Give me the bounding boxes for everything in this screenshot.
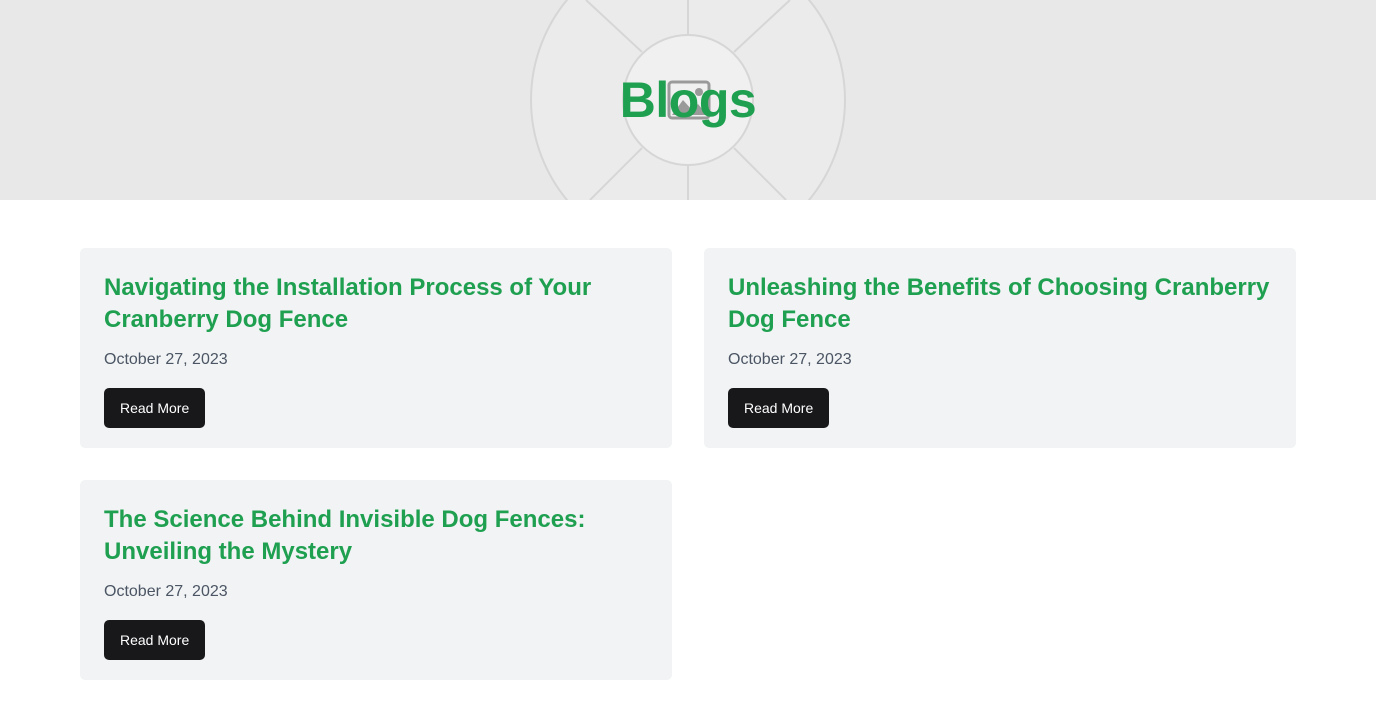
blog-list: Navigating the Installation Process of Y…: [80, 248, 1296, 680]
blog-card-title[interactable]: Navigating the Installation Process of Y…: [104, 272, 648, 336]
blog-card-date: October 27, 2023: [104, 351, 228, 368]
blog-card-title[interactable]: The Science Behind Invisible Dog Fences:…: [104, 504, 648, 568]
blog-card: The Science Behind Invisible Dog Fences:…: [80, 480, 672, 680]
page-title: Blogs: [619, 72, 757, 128]
read-more-button[interactable]: Read More: [104, 388, 206, 428]
hero-banner: Blogs: [0, 0, 1376, 200]
blog-card-date: October 27, 2023: [104, 583, 228, 600]
read-more-button[interactable]: Read More: [104, 620, 206, 660]
blog-card-date: October 27, 2023: [728, 351, 852, 368]
read-more-button[interactable]: Read More: [728, 388, 830, 428]
blog-card: Unleashing the Benefits of Choosing Cran…: [704, 248, 1296, 448]
blog-card: Navigating the Installation Process of Y…: [80, 248, 672, 448]
blog-card-title[interactable]: Unleashing the Benefits of Choosing Cran…: [728, 272, 1272, 336]
